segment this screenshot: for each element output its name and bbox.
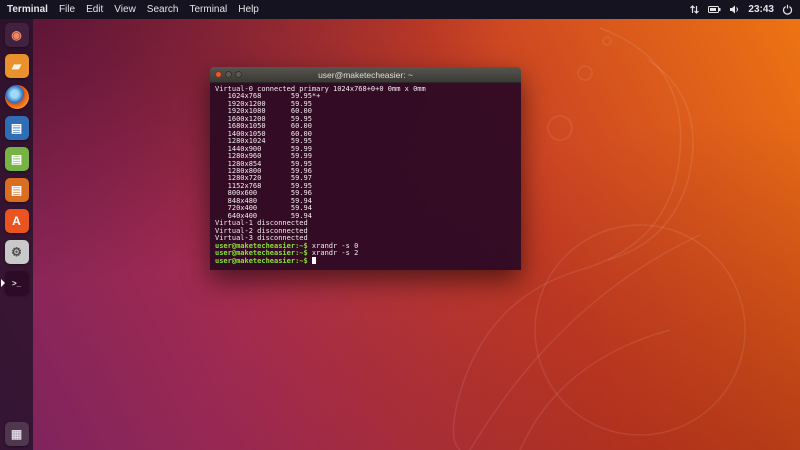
firefox-icon [4, 85, 29, 109]
terminal-titlebar[interactable]: user@maketecheasier: ~ [210, 67, 521, 83]
launcher-item-firefox[interactable] [4, 84, 30, 110]
menu-search[interactable]: Search [147, 4, 179, 15]
desktop: Terminal File Edit View Search Terminal Help [0, 0, 800, 450]
terminal-body[interactable]: Virtual-0 connected primary 1024x768+0+0… [210, 83, 521, 270]
menu-help[interactable]: Help [238, 4, 259, 15]
terminal-window: user@maketecheasier: ~ Virtual-0 connect… [210, 67, 521, 270]
maximize-button[interactable] [235, 71, 242, 78]
terminal-cursor [311, 257, 316, 265]
active-app-name: Terminal [7, 4, 48, 15]
shell-command: xrandr -s 2 [307, 248, 359, 257]
window-title: user@maketecheasier: ~ [318, 69, 413, 80]
power-icon[interactable] [782, 4, 793, 15]
terminal-line: user@maketecheasier:~$ [215, 257, 516, 265]
menu-terminal[interactable]: Terminal [189, 4, 227, 15]
launcher-item-libreoffice-calc[interactable]: ▤ [4, 146, 30, 172]
terminal-line: user@maketecheasier:~$ xrandr -s 2 [215, 248, 516, 257]
terminal-icon: >_ [4, 271, 29, 295]
running-indicator [0, 279, 5, 287]
system-settings-icon: ⚙ [4, 240, 29, 264]
launcher-item-files[interactable]: ▰ [4, 53, 30, 79]
menu-edit[interactable]: Edit [86, 4, 103, 15]
dash-home-icon: ◉ [4, 23, 29, 47]
launcher-item-libreoffice-impress[interactable]: ▤ [4, 177, 30, 203]
sound-icon[interactable] [729, 4, 740, 15]
show-applications-icon: ▦ [4, 422, 29, 446]
launcher-item-terminal[interactable]: >_ [0, 270, 30, 296]
window-buttons [210, 71, 242, 78]
network-icon[interactable] [689, 4, 700, 15]
launcher-item-libreoffice-writer[interactable]: ▤ [4, 115, 30, 141]
libreoffice-impress-icon: ▤ [4, 178, 29, 202]
files-icon: ▰ [4, 54, 29, 78]
menu-view[interactable]: View [114, 4, 136, 15]
libreoffice-writer-icon: ▤ [4, 116, 29, 140]
launcher-item-show-applications[interactable]: ▦ [4, 421, 30, 447]
launcher-item-ubuntu-software[interactable]: A [4, 208, 30, 234]
libreoffice-calc-icon: ▤ [4, 147, 29, 171]
battery-icon[interactable] [708, 5, 721, 14]
ubuntu-software-icon: A [4, 209, 29, 233]
launcher-item-dash-home[interactable]: ◉ [4, 22, 30, 48]
minimize-button[interactable] [225, 71, 232, 78]
indicator-tray: 23:43 [689, 4, 793, 15]
menu-file[interactable]: File [59, 4, 75, 15]
shell-prompt: user@maketecheasier:~$ [215, 248, 308, 257]
close-button[interactable] [215, 71, 222, 78]
shell-prompt: user@maketecheasier:~$ [215, 257, 308, 266]
top-bar: Terminal File Edit View Search Terminal Help [0, 0, 800, 19]
launcher-item-system-settings[interactable]: ⚙ [4, 239, 30, 265]
global-menu: File Edit View Search Terminal Help [59, 4, 259, 15]
launcher: ◉ ▰ ▤ ▤ ▤ A ⚙ >_ ▦ [0, 19, 33, 450]
clock[interactable]: 23:43 [748, 4, 774, 15]
